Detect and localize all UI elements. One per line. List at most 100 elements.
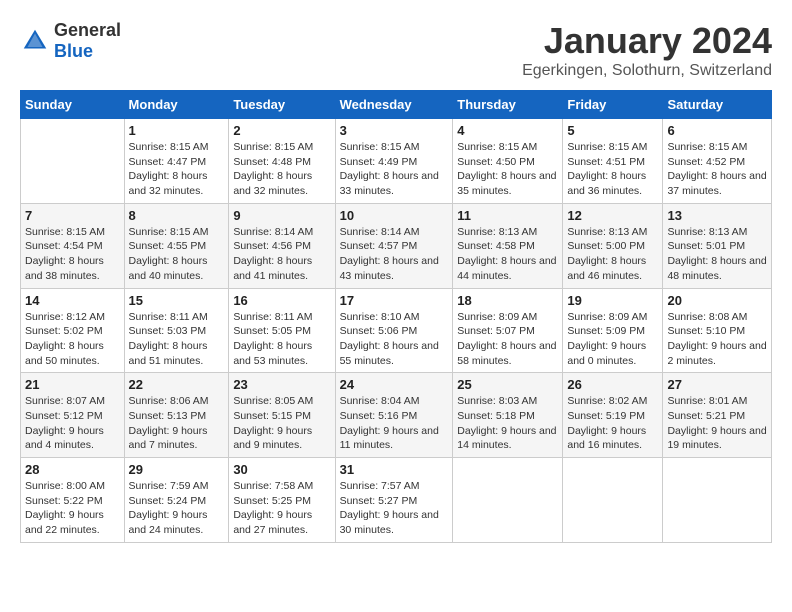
calendar-cell: 15Sunrise: 8:11 AMSunset: 5:03 PMDayligh… xyxy=(124,288,229,373)
day-info: Sunrise: 8:13 AMSunset: 5:01 PMDaylight:… xyxy=(667,225,767,284)
calendar-cell: 24Sunrise: 8:04 AMSunset: 5:16 PMDayligh… xyxy=(335,373,453,458)
logo-icon xyxy=(20,26,50,56)
calendar-cell: 20 Sunrise: 8:08 AMSunset: 5:10 PMDayligh… xyxy=(663,288,772,373)
calendar-cell xyxy=(663,458,772,543)
calendar-table: SundayMondayTuesdayWednesdayThursdayFrid… xyxy=(20,90,772,543)
day-info: Sunrise: 8:00 AMSunset: 5:22 PMDaylight:… xyxy=(25,479,120,538)
day-number: 3 xyxy=(340,123,449,138)
calendar-week-row: 21Sunrise: 8:07 AMSunset: 5:12 PMDayligh… xyxy=(21,373,772,458)
weekday-header: Tuesday xyxy=(229,91,335,119)
calendar-cell: 13 Sunrise: 8:13 AMSunset: 5:01 PMDayligh… xyxy=(663,203,772,288)
calendar-cell: 12 Sunrise: 8:13 AMSunset: 5:00 PMDayligh… xyxy=(563,203,663,288)
day-number: 12 xyxy=(567,208,658,223)
calendar-cell xyxy=(21,119,125,204)
day-number: 31 xyxy=(340,462,449,477)
day-info: Sunrise: 8:15 AMSunset: 4:48 PMDaylight:… xyxy=(233,140,330,199)
calendar-header: SundayMondayTuesdayWednesdayThursdayFrid… xyxy=(21,91,772,119)
calendar-cell: 17Sunrise: 8:10 AMSunset: 5:06 PMDayligh… xyxy=(335,288,453,373)
calendar-cell: 3Sunrise: 8:15 AMSunset: 4:49 PMDaylight… xyxy=(335,119,453,204)
day-number: 18 xyxy=(457,293,558,308)
day-info: Sunrise: 8:07 AMSunset: 5:12 PMDaylight:… xyxy=(25,394,120,453)
calendar-cell xyxy=(563,458,663,543)
calendar-cell: 11 Sunrise: 8:13 AMSunset: 4:58 PMDayligh… xyxy=(453,203,563,288)
calendar-week-row: 7Sunrise: 8:15 AMSunset: 4:54 PMDaylight… xyxy=(21,203,772,288)
logo-text-general: General xyxy=(54,20,121,40)
calendar-cell: 10 Sunrise: 8:14 AMSunset: 4:57 PMDayligh… xyxy=(335,203,453,288)
calendar-cell: 27 Sunrise: 8:01 AMSunset: 5:21 PMDayligh… xyxy=(663,373,772,458)
day-number: 20 xyxy=(667,293,767,308)
day-info: Sunrise: 8:15 AMSunset: 4:50 PMDaylight:… xyxy=(457,140,558,199)
weekday-header: Sunday xyxy=(21,91,125,119)
day-info: Sunrise: 8:15 AMSunset: 4:55 PMDaylight:… xyxy=(129,225,225,284)
day-info: Sunrise: 7:57 AMSunset: 5:27 PMDaylight:… xyxy=(340,479,449,538)
logo-text-blue: Blue xyxy=(54,41,93,61)
month-title: January 2024 xyxy=(522,20,772,62)
calendar-cell: 22Sunrise: 8:06 AMSunset: 5:13 PMDayligh… xyxy=(124,373,229,458)
calendar-cell: 4 Sunrise: 8:15 AMSunset: 4:50 PMDaylight… xyxy=(453,119,563,204)
day-number: 28 xyxy=(25,462,120,477)
calendar-week-row: 1 Sunrise: 8:15 AMSunset: 4:47 PMDaylight… xyxy=(21,119,772,204)
day-number: 30 xyxy=(233,462,330,477)
calendar-cell: 6 Sunrise: 8:15 AMSunset: 4:52 PMDaylight… xyxy=(663,119,772,204)
day-info: Sunrise: 8:06 AMSunset: 5:13 PMDaylight:… xyxy=(129,394,225,453)
day-info: Sunrise: 8:13 AMSunset: 5:00 PMDaylight:… xyxy=(567,225,658,284)
day-info: Sunrise: 8:01 AMSunset: 5:21 PMDaylight:… xyxy=(667,394,767,453)
day-info: Sunrise: 8:14 AMSunset: 4:57 PMDaylight:… xyxy=(340,225,449,284)
day-info: Sunrise: 8:09 AMSunset: 5:07 PMDaylight:… xyxy=(457,310,558,369)
day-number: 11 xyxy=(457,208,558,223)
day-number: 29 xyxy=(129,462,225,477)
calendar-cell: 26 Sunrise: 8:02 AMSunset: 5:19 PMDayligh… xyxy=(563,373,663,458)
day-info: Sunrise: 8:15 AMSunset: 4:47 PMDaylight:… xyxy=(129,140,225,199)
day-number: 10 xyxy=(340,208,449,223)
day-info: Sunrise: 7:59 AMSunset: 5:24 PMDaylight:… xyxy=(129,479,225,538)
calendar-cell: 28 Sunrise: 8:00 AMSunset: 5:22 PMDayligh… xyxy=(21,458,125,543)
page-header: General Blue January 2024 Egerkingen, So… xyxy=(20,20,772,80)
calendar-cell: 1 Sunrise: 8:15 AMSunset: 4:47 PMDaylight… xyxy=(124,119,229,204)
logo: General Blue xyxy=(20,20,121,62)
day-info: Sunrise: 8:10 AMSunset: 5:06 PMDaylight:… xyxy=(340,310,449,369)
calendar-cell xyxy=(453,458,563,543)
header-row: SundayMondayTuesdayWednesdayThursdayFrid… xyxy=(21,91,772,119)
day-number: 25 xyxy=(457,377,558,392)
calendar-week-row: 14Sunrise: 8:12 AMSunset: 5:02 PMDayligh… xyxy=(21,288,772,373)
day-number: 2 xyxy=(233,123,330,138)
calendar-cell: 18 Sunrise: 8:09 AMSunset: 5:07 PMDayligh… xyxy=(453,288,563,373)
calendar-cell: 14Sunrise: 8:12 AMSunset: 5:02 PMDayligh… xyxy=(21,288,125,373)
weekday-header: Thursday xyxy=(453,91,563,119)
calendar-cell: 8 Sunrise: 8:15 AMSunset: 4:55 PMDaylight… xyxy=(124,203,229,288)
day-info: Sunrise: 8:09 AMSunset: 5:09 PMDaylight:… xyxy=(567,310,658,369)
calendar-cell: 29 Sunrise: 7:59 AMSunset: 5:24 PMDayligh… xyxy=(124,458,229,543)
day-number: 26 xyxy=(567,377,658,392)
title-block: January 2024 Egerkingen, Solothurn, Swit… xyxy=(522,20,772,80)
day-number: 4 xyxy=(457,123,558,138)
day-info: Sunrise: 8:11 AMSunset: 5:03 PMDaylight:… xyxy=(129,310,225,369)
day-info: Sunrise: 8:04 AMSunset: 5:16 PMDaylight:… xyxy=(340,394,449,453)
calendar-cell: 5 Sunrise: 8:15 AMSunset: 4:51 PMDaylight… xyxy=(563,119,663,204)
day-info: Sunrise: 8:13 AMSunset: 4:58 PMDaylight:… xyxy=(457,225,558,284)
day-info: Sunrise: 8:15 AMSunset: 4:52 PMDaylight:… xyxy=(667,140,767,199)
day-info: Sunrise: 8:15 AMSunset: 4:51 PMDaylight:… xyxy=(567,140,658,199)
calendar-cell: 31 Sunrise: 7:57 AMSunset: 5:27 PMDayligh… xyxy=(335,458,453,543)
calendar-week-row: 28 Sunrise: 8:00 AMSunset: 5:22 PMDayligh… xyxy=(21,458,772,543)
day-number: 23 xyxy=(233,377,330,392)
day-info: Sunrise: 7:58 AMSunset: 5:25 PMDaylight:… xyxy=(233,479,330,538)
day-info: Sunrise: 8:11 AMSunset: 5:05 PMDaylight:… xyxy=(233,310,330,369)
day-number: 13 xyxy=(667,208,767,223)
day-info: Sunrise: 8:08 AMSunset: 5:10 PMDaylight:… xyxy=(667,310,767,369)
day-number: 27 xyxy=(667,377,767,392)
calendar-cell: 2 Sunrise: 8:15 AMSunset: 4:48 PMDaylight… xyxy=(229,119,335,204)
calendar-cell: 16Sunrise: 8:11 AMSunset: 5:05 PMDayligh… xyxy=(229,288,335,373)
day-info: Sunrise: 8:02 AMSunset: 5:19 PMDaylight:… xyxy=(567,394,658,453)
day-number: 6 xyxy=(667,123,767,138)
day-info: Sunrise: 8:14 AMSunset: 4:56 PMDaylight:… xyxy=(233,225,330,284)
day-info: Sunrise: 8:15 AMSunset: 4:54 PMDaylight:… xyxy=(25,225,120,284)
weekday-header: Friday xyxy=(563,91,663,119)
day-number: 5 xyxy=(567,123,658,138)
calendar-cell: 30 Sunrise: 7:58 AMSunset: 5:25 PMDayligh… xyxy=(229,458,335,543)
day-number: 8 xyxy=(129,208,225,223)
calendar-cell: 9Sunrise: 8:14 AMSunset: 4:56 PMDaylight… xyxy=(229,203,335,288)
weekday-header: Saturday xyxy=(663,91,772,119)
calendar-cell: 19Sunrise: 8:09 AMSunset: 5:09 PMDayligh… xyxy=(563,288,663,373)
day-number: 1 xyxy=(129,123,225,138)
calendar-cell: 7Sunrise: 8:15 AMSunset: 4:54 PMDaylight… xyxy=(21,203,125,288)
